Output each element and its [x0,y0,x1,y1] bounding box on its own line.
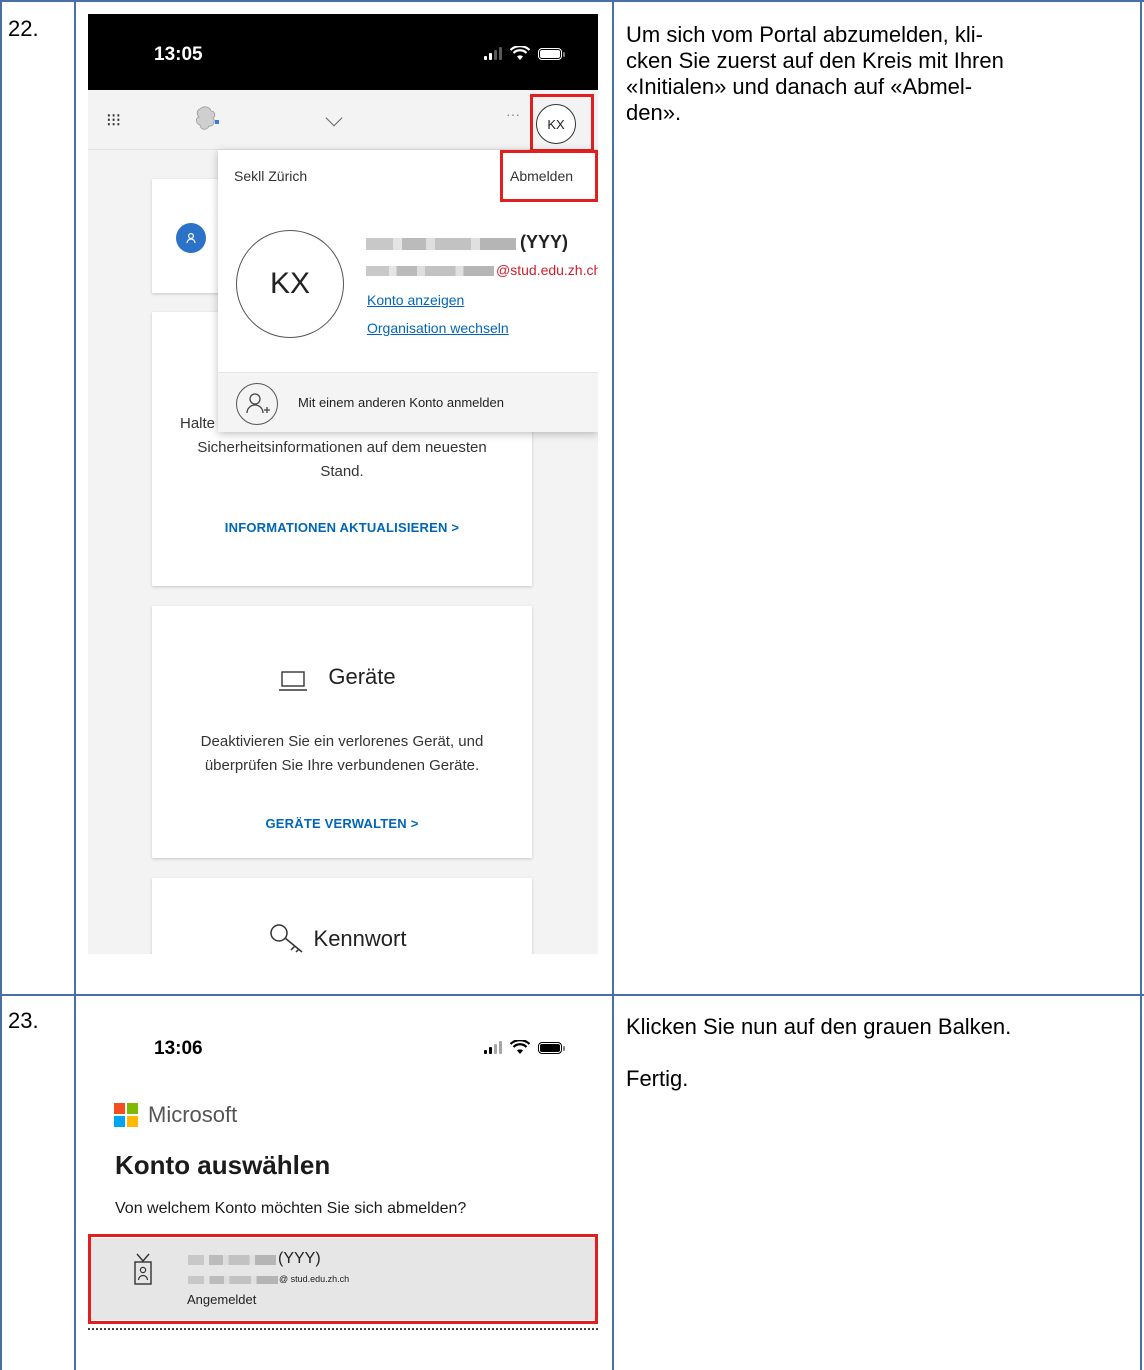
wifi-icon [510,1040,530,1054]
user-email-domain: @stud.edu.zh.ch [496,262,598,278]
highlight-sign-out [500,150,598,202]
view-account-link[interactable]: Konto anzeigen [367,292,464,308]
table-border-middle [0,994,1144,996]
page-title: Konto auswählen [115,1150,331,1180]
signal-icon [484,47,502,60]
chevron-down-icon[interactable] [325,109,343,127]
separator-line [88,1328,598,1330]
status-bar: 13:05 [88,14,598,90]
manage-devices-link[interactable]: GERÄTE VERWALTEN > [152,816,532,831]
user-name-suffix: (YYY) [520,232,569,252]
other-account-row[interactable]: Mit einem anderen Konto anmelden [218,372,598,432]
table-divider-col1 [74,0,76,1370]
brand-name: Microsoft [148,1102,238,1127]
card-text: Sicherheitsinformationen auf dem neueste… [197,439,487,456]
microsoft-logo-icon [114,1103,138,1127]
password-card: Kennwort [152,878,532,954]
card-text: Stand. [320,463,364,480]
page-question: Von welchem Konto möchten Sie sich abmel… [115,1200,467,1217]
status-time: 13:06 [154,1038,203,1059]
status-time: 13:05 [154,44,203,65]
table-border-left [0,0,2,1370]
description-line: «Initialen» und danach auf «Abmel- [626,74,973,99]
description-line: den». [626,100,682,125]
devices-card: Geräte Deaktivieren Sie ein verlorenes G… [152,606,532,858]
wifi-icon [510,46,530,60]
screenshot-account-menu: 13:05 ⁝⁝⁝ ··· KX Halte Sicherheitsinform… [88,14,598,954]
battery-icon [538,1041,565,1054]
status-icons [484,46,565,61]
description-line: cken Sie zuerst auf den Kreis mit Ihren [626,48,1004,73]
password-title: Kennwort [313,926,407,951]
step-description: Um sich vom Portal abzumelden, kli- cken… [626,22,1004,126]
screenshot-choose-account: 13:06 Microsoft Konto auswählen Von welc… [88,1010,598,1368]
user-icon [176,223,206,253]
app-launcher-icon[interactable]: ⁝⁝⁝ [106,110,121,131]
more-options-icon[interactable]: ··· [506,106,520,122]
avatar-large: KX [236,230,344,338]
update-info-link[interactable]: INFORMATIONEN AKTUALISIEREN > [152,520,532,535]
redacted-name [366,238,516,250]
organization-logo-icon [196,106,219,130]
highlight-avatar [530,94,594,152]
devices-title: Geräte [328,664,396,689]
step-number: 22. [8,16,39,41]
table-border-right [1140,0,1142,1370]
card-text-partial: Halte [180,415,216,432]
highlight-account-row [88,1234,598,1324]
step-number: 23. [8,1008,39,1033]
portal-header: ⁝⁝⁝ ··· KX [88,90,598,150]
battery-icon [538,47,565,60]
signal-icon [484,1041,502,1054]
description-line: Klicken Sie nun auf den grauen Balken. [626,1014,1012,1039]
organization-name: Sekll Zürich [234,168,308,184]
switch-organization-link[interactable]: Organisation wechseln [367,320,509,336]
status-icons [484,1040,565,1055]
add-account-icon [236,383,278,425]
description-line: Um sich vom Portal abzumelden, kli- [626,22,984,47]
redacted-email [366,266,494,276]
card-text: überprüfen Sie Ihre verbundenen Geräte. [204,757,480,774]
step-description: Klicken Sie nun auf den grauen Balken. F… [626,1014,1011,1092]
table-divider-col2 [612,0,614,1370]
table-border-top [0,0,1144,2]
description-line: Fertig. [626,1066,689,1091]
other-account-label: Mit einem anderen Konto anmelden [298,395,504,410]
card-text: Deaktivieren Sie ein verlorenes Gerät, u… [200,733,484,750]
